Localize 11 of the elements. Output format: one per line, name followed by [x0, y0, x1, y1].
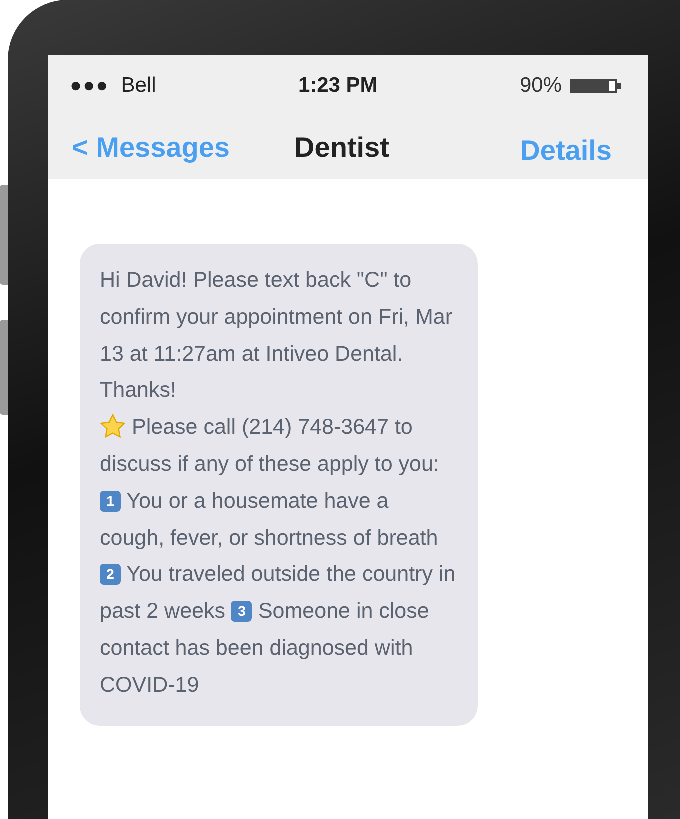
battery-percent: 90% — [520, 74, 562, 98]
signal-dots: ●●● — [70, 74, 110, 98]
conversation-title: Dentist — [294, 132, 390, 164]
carrier-name: Bell — [121, 74, 156, 98]
message-text: Please call (214) 748-3647 to discuss if any of these apply to you: 1 You or a housemate have a cough, fever, or shortness of breath 2 You traveled outside the country in past 2 weeks 3 Someone in close contact has been diagnosed with COVID-19 — [100, 414, 457, 699]
details-link[interactable]: Details — [520, 135, 612, 167]
battery-icon — [570, 78, 622, 94]
back-link[interactable]: < Messages — [72, 132, 295, 164]
status-time: 1:23 PM — [298, 74, 378, 98]
message-text: Hi David! Please text back "C" to confirm your appointment on Fri, Mar 13 at 11:27am at Intiveo Dental. Thanks! — [100, 267, 454, 404]
star-icon — [100, 414, 126, 438]
